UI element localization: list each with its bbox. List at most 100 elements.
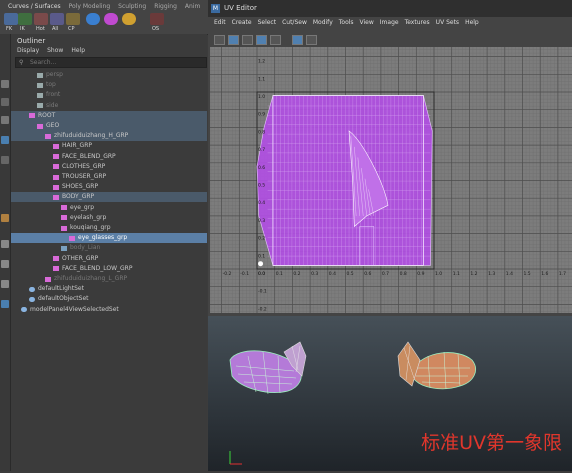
outliner-item[interactable]: CLOTHES_GRP bbox=[11, 162, 207, 172]
uv-h-tick-label: 1.5 bbox=[524, 271, 531, 277]
outliner-panel: Outliner Display Show Help ⚲ persp top front… bbox=[11, 34, 207, 471]
uv-menu-item[interactable]: Tools bbox=[339, 19, 354, 26]
uv-tool-button[interactable] bbox=[242, 35, 253, 45]
shelf-button-all[interactable] bbox=[50, 13, 64, 25]
uv-h-tick-label: 0.1 bbox=[276, 271, 283, 277]
layout-graph-icon[interactable] bbox=[1, 300, 9, 308]
outliner-item[interactable]: side bbox=[11, 101, 207, 111]
outliner-item[interactable]: eye_glasses_grp bbox=[11, 233, 207, 244]
uv-tool-button[interactable] bbox=[306, 35, 317, 45]
lasso-tool-icon[interactable] bbox=[1, 98, 9, 106]
uv-tool-button[interactable] bbox=[228, 35, 239, 45]
uv-tool-button[interactable] bbox=[270, 35, 281, 45]
outliner-item[interactable]: HAIR_GRP bbox=[11, 141, 207, 151]
shelf-button-fk[interactable] bbox=[4, 13, 18, 25]
outliner-item[interactable]: ROOT bbox=[11, 110, 207, 121]
outliner-item[interactable]: front bbox=[11, 90, 207, 100]
select-tool-icon[interactable] bbox=[1, 80, 9, 88]
shelf-button-ik[interactable] bbox=[18, 13, 32, 25]
uv-menu-item[interactable]: Image bbox=[380, 19, 399, 26]
group-icon bbox=[61, 215, 67, 221]
uv-editor-titlebar: M UV Editor bbox=[208, 0, 572, 17]
uv-menu-item[interactable]: Edit bbox=[214, 19, 226, 26]
outliner-item[interactable]: zhifuduiduizhang_H_GRP bbox=[11, 131, 207, 142]
outliner-item[interactable]: SHOES_GRP bbox=[11, 182, 207, 192]
outliner-item[interactable]: top bbox=[11, 80, 207, 90]
rotate-tool-icon[interactable] bbox=[1, 156, 9, 164]
shelf-tab[interactable]: Sculpting bbox=[118, 3, 146, 10]
uv-h-tick-label: 1.0 bbox=[435, 271, 442, 277]
outliner-title: Outliner bbox=[17, 37, 46, 45]
shelf-tab[interactable]: Poly Modeling bbox=[69, 3, 111, 10]
outliner-item[interactable]: body_Lian bbox=[11, 243, 207, 253]
outliner-item[interactable]: eyelash_grp bbox=[11, 213, 207, 223]
paint-tool-icon[interactable] bbox=[1, 116, 9, 124]
shelf-button-hot[interactable] bbox=[34, 13, 48, 25]
move-tool-icon[interactable] bbox=[1, 136, 9, 144]
set-icon bbox=[29, 286, 35, 292]
outliner-item[interactable]: FACE_BLEND_LOW_GRP bbox=[11, 264, 207, 274]
outliner-item[interactable]: TROUSER_GRP bbox=[11, 172, 207, 182]
outliner-menu-item[interactable]: Show bbox=[47, 47, 63, 54]
uv-menu-item[interactable]: Create bbox=[232, 19, 252, 26]
uv-tool-button[interactable] bbox=[292, 35, 303, 45]
outliner-item[interactable]: kouqiang_grp bbox=[11, 223, 207, 233]
search-input[interactable] bbox=[30, 58, 180, 67]
group-icon bbox=[53, 266, 59, 272]
outliner-menu-item[interactable]: Help bbox=[71, 47, 85, 54]
group-icon bbox=[61, 225, 67, 231]
layout-single-icon[interactable] bbox=[1, 240, 9, 248]
paint-icon[interactable] bbox=[104, 13, 118, 25]
outliner-item[interactable]: modelPanel4ViewSelectedSet bbox=[11, 305, 207, 315]
outliner-item-label: SHOES_GRP bbox=[62, 183, 99, 191]
outliner-item-label: zhifuduiduizhang_L_GRP bbox=[54, 275, 128, 282]
uv-pivot-icon[interactable] bbox=[258, 261, 264, 267]
uv-v-tick-label: 0.0 bbox=[258, 271, 265, 277]
shelf-button-os[interactable] bbox=[150, 13, 164, 25]
uv-v-tick-label: 0.3 bbox=[258, 218, 265, 224]
uv-grid-canvas[interactable]: -0.2 -0.1 0.0 0.1 0.2 0.3 0.4 0.5 0.6 0.7 0.8 0.9 1.… bbox=[210, 47, 572, 313]
uv-tool-button[interactable] bbox=[214, 35, 225, 45]
outliner-item[interactable]: eye_grp bbox=[11, 203, 207, 213]
uv-menu-item[interactable]: UV Sets bbox=[436, 19, 459, 26]
group-icon bbox=[45, 276, 51, 282]
uv-v-tick-label: 0.1 bbox=[258, 253, 265, 259]
outliner-item[interactable]: defaultObjectSet bbox=[11, 294, 207, 304]
uv-shell[interactable] bbox=[256, 95, 433, 266]
uv-menu-item[interactable]: Cut/Sew bbox=[282, 19, 307, 26]
uv-menu-item[interactable]: Textures bbox=[405, 19, 430, 26]
group-icon bbox=[61, 205, 67, 211]
maya-logo-icon: M bbox=[211, 4, 220, 13]
outliner-item[interactable]: BODY_GRP bbox=[11, 192, 207, 203]
outliner-item[interactable]: FACE_BLEND_GRP bbox=[11, 152, 207, 162]
uv-menu-item[interactable]: Select bbox=[258, 19, 277, 26]
shelf-tab[interactable]: Curves / Surfaces bbox=[8, 3, 61, 10]
shelf-tab[interactable]: Rigging bbox=[154, 3, 177, 10]
outliner-item[interactable]: zhifuduiduizhang_L_GRP bbox=[11, 274, 207, 284]
outliner-search[interactable]: ⚲ bbox=[15, 57, 207, 68]
uv-v-tick-label: -0.2 bbox=[258, 306, 267, 312]
toolbox bbox=[0, 34, 11, 471]
shelf-button-label: OS bbox=[152, 26, 160, 32]
shelf-button-label: IK bbox=[20, 26, 25, 32]
uv-tool-button[interactable] bbox=[256, 35, 267, 45]
uv-menu-item[interactable]: View bbox=[360, 19, 374, 26]
layout-outliner-icon[interactable] bbox=[1, 280, 9, 288]
scale-tool-icon[interactable] bbox=[1, 214, 9, 222]
outliner-item-label: ROOT bbox=[38, 111, 56, 119]
group-icon bbox=[69, 235, 75, 241]
shelf-button-cp[interactable] bbox=[66, 13, 80, 25]
outliner-menu-item[interactable]: Display bbox=[17, 47, 39, 54]
shelf-tab[interactable]: Anim bbox=[185, 3, 200, 10]
uv-v-tick-label: 0.9 bbox=[258, 112, 265, 118]
sculpt-icon[interactable] bbox=[122, 13, 136, 25]
outliner-item[interactable]: GEO bbox=[11, 121, 207, 131]
outliner-item[interactable]: OTHER_GRP bbox=[11, 254, 207, 264]
uv-menu-item[interactable]: Modify bbox=[313, 19, 333, 26]
uv-viewport[interactable]: -0.2 -0.1 0.0 0.1 0.2 0.3 0.4 0.5 0.6 0.7 0.8 0.9 1.… bbox=[210, 47, 572, 313]
outliner-item[interactable]: defaultLightSet bbox=[11, 284, 207, 294]
outliner-item[interactable]: persp bbox=[11, 70, 207, 80]
brush-icon[interactable] bbox=[86, 13, 100, 25]
layout-four-icon[interactable] bbox=[1, 260, 9, 268]
uv-menu-item[interactable]: Help bbox=[465, 19, 479, 26]
